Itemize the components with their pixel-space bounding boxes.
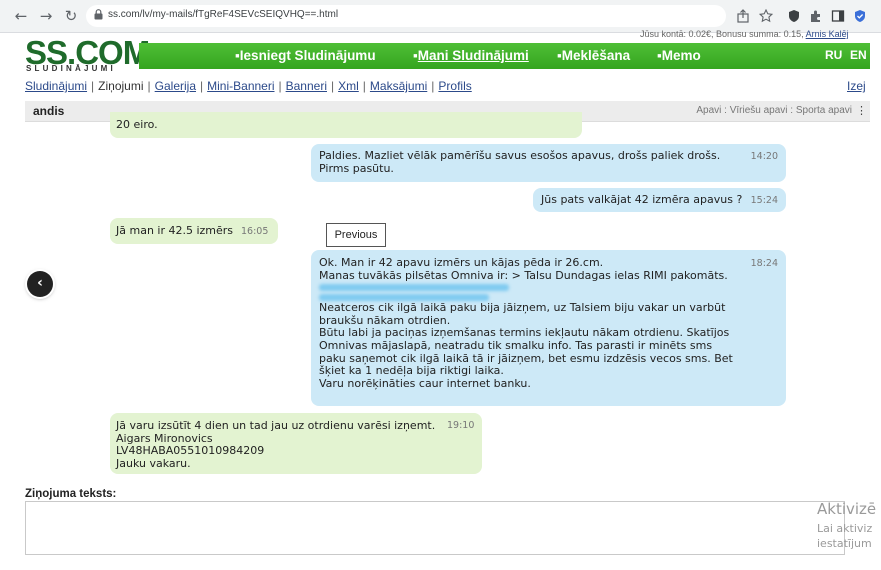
message-text: Neatceros cik ilgā laikā paku bija jāizņ… (319, 301, 733, 390)
activation-watermark: Aktivizē Lai aktiviz iestatījum (817, 500, 876, 550)
lang-ru[interactable]: RU (825, 48, 842, 62)
message-incoming: Jā man ir 42.5 izmērs 16:05 (110, 218, 278, 244)
extension-shield-icon[interactable] (787, 9, 801, 23)
account-balance: Jūsu kontā: 0.02€, Bonusu summa: 0.15, A… (640, 29, 849, 39)
redaction-blur (319, 284, 509, 292)
redaction-blur (319, 294, 489, 302)
share-icon[interactable] (736, 9, 750, 23)
message-text: Jā man ir 42.5 izmērs (116, 224, 234, 237)
main-nav-bar: ▪Iesniegt Sludinājumu ▪Mani Sludinājumi … (139, 43, 870, 69)
message-time: 19:10 (447, 420, 475, 431)
sidepanel-icon[interactable] (831, 9, 845, 23)
message-text: Ok. Man ir 42 apavu izmērs un kājas pēda… (319, 256, 728, 282)
subnav-item-payments[interactable]: Maksājumi (370, 79, 427, 93)
message-time: 15:24 (750, 195, 778, 206)
subnav-item-mini-banners[interactable]: Mini-Banneri (207, 79, 274, 93)
nav-item-search[interactable]: ▪Meklēšana (557, 48, 630, 63)
message-time: 18:24 (750, 258, 778, 269)
watermark-line3: iestatījum (817, 537, 872, 550)
balance-text: Jūsu kontā: 0.02€, Bonusu summa: 0.15, (640, 29, 804, 39)
lock-icon (94, 9, 103, 20)
nav-item-my-ads[interactable]: ▪Mani Sludinājumi (413, 48, 529, 63)
message-text: 20 eiro. (116, 118, 158, 131)
reload-icon[interactable]: ↻ (62, 7, 80, 25)
message-time: 14:20 (750, 151, 778, 162)
nav-item-my-ads-label: Mani Sludinājumi (417, 48, 529, 63)
message-time: 16:05 (241, 226, 269, 237)
subnav-item-messages[interactable]: Ziņojumi (98, 79, 143, 93)
puzzle-icon[interactable] (809, 9, 823, 23)
compose-label: Ziņojuma teksts: (25, 488, 117, 500)
watermark-line2: Lai aktiviz (817, 522, 873, 535)
subnav-item-ads[interactable]: Sludinājumi (25, 79, 87, 93)
sub-navigation: Sludinājumi | Ziņojumi | Galerija | Mini-Banne… (25, 79, 472, 93)
more-options-icon[interactable]: ⋮ (856, 104, 867, 117)
previous-tooltip: Previous (326, 223, 386, 247)
user-link[interactable]: Arnis Kalēj (806, 29, 849, 39)
message-outgoing: Paldies. Mazliet vēlāk pamērīšu savus es… (311, 144, 786, 182)
redacted-text (319, 282, 778, 304)
message-text: Jā varu izsūtīt 4 dien un tad jau uz otr… (116, 419, 436, 470)
site-logo[interactable]: SS.COM SLUDINĀJUMI (25, 36, 150, 74)
subnav-item-banners[interactable]: Banneri (286, 79, 327, 93)
nav-item-submit-label: Iesniegt Sludinājumu (239, 48, 376, 63)
nav-item-memo[interactable]: ▪Memo (657, 48, 701, 63)
subnav-item-gallery[interactable]: Galerija (155, 79, 196, 93)
address-bar[interactable]: ss.com/lv/my-mails/fTgReF4SEVcSEIQVHQ==.… (86, 5, 726, 27)
shield-check-icon[interactable] (853, 9, 867, 23)
nav-item-search-label: Meklēšana (561, 48, 631, 63)
url-text: ss.com/lv/my-mails/fTgReF4SEVcSEIQVHQ==.… (108, 9, 339, 20)
nav-item-memo-label: Memo (661, 48, 701, 63)
watermark-line1: Aktivizē (817, 500, 877, 518)
chat-partner-name: andis (33, 104, 65, 118)
subnav-item-xml[interactable]: Xml (338, 79, 359, 93)
logo-subtitle: SLUDINĀJUMI (26, 64, 116, 73)
message-outgoing: Jūs pats valkājat 42 izmēra apavus ? 15:… (533, 188, 786, 212)
subnav-item-profile[interactable]: Profils (438, 79, 471, 93)
message-text: Paldies. Mazliet vēlāk pamērīšu savus es… (319, 149, 721, 175)
previous-arrow-button[interactable]: ‹ (27, 271, 53, 297)
back-icon[interactable]: ← (12, 7, 30, 25)
message-text: Jūs pats valkājat 42 izmēra apavus ? (541, 193, 743, 206)
message-incoming: 20 eiro. (110, 112, 582, 138)
message-incoming: Jā varu izsūtīt 4 dien un tad jau uz otr… (110, 413, 482, 474)
nav-item-submit[interactable]: ▪Iesniegt Sludinājumu (235, 48, 376, 63)
lang-en[interactable]: EN (850, 48, 867, 62)
logout-link[interactable]: Izej (847, 79, 866, 93)
forward-icon[interactable]: → (37, 7, 55, 25)
message-input[interactable] (25, 501, 845, 555)
message-outgoing: Ok. Man ir 42 apavu izmērs un kājas pēda… (311, 250, 786, 406)
chat-category: Apavi : Vīriešu apavi : Sporta apavi (696, 105, 852, 116)
star-icon[interactable] (759, 9, 773, 23)
